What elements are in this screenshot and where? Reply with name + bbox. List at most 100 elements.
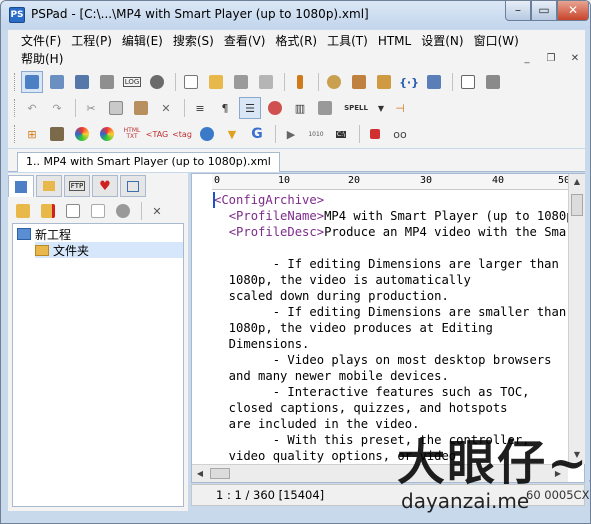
menu-format[interactable]: 格式(R) (270, 32, 322, 50)
pspad-icon[interactable]: PS (9, 7, 25, 23)
replace-icon[interactable] (348, 71, 370, 93)
column-icon[interactable]: ▥ (289, 97, 311, 119)
code-text[interactable]: <ConfigArchive> <ProfileName>MP4 with Sm… (214, 192, 568, 480)
code-line[interactable]: - With this preset, the controller, (214, 432, 568, 448)
open-file-icon[interactable] (205, 71, 227, 93)
add-item-icon[interactable] (62, 200, 84, 222)
code-line[interactable]: <ProfileDesc>Produce an MP4 video with t… (214, 224, 568, 240)
print-icon[interactable] (482, 71, 504, 93)
toolbar-grip[interactable] (14, 73, 17, 91)
code-line[interactable]: scaled down during production. (214, 288, 568, 304)
folder-tab-icon[interactable] (36, 175, 62, 197)
console-icon[interactable]: C:\ (330, 123, 352, 145)
cut-icon[interactable]: ✂ (80, 97, 102, 119)
tree-item-folder[interactable]: 文件夹 (35, 242, 183, 258)
log-icon[interactable]: LOG (121, 71, 143, 93)
compare-icon[interactable] (264, 97, 286, 119)
g-icon[interactable]: G (246, 123, 268, 145)
menu-window[interactable]: 窗口(W) (469, 32, 524, 50)
scroll-down-icon[interactable]: ▼ (569, 447, 585, 463)
undo-icon[interactable]: ↶ (21, 97, 43, 119)
info-icon[interactable] (112, 200, 134, 222)
horizontal-scrollbar[interactable]: ◀ ▶ (192, 464, 568, 482)
glasses-icon[interactable]: oo (389, 123, 411, 145)
code-line[interactable]: 1080p, the video produces at Editing (214, 320, 568, 336)
wrap-icon[interactable]: ☰ (239, 97, 261, 119)
code-line[interactable]: are included in the video. (214, 416, 568, 432)
code-line[interactable]: video quality options, or video (214, 448, 568, 464)
mdi-minimize-icon[interactable]: _ (520, 52, 534, 66)
preview-icon[interactable] (457, 71, 479, 93)
code-line[interactable]: - If editing Dimensions are larger than (214, 256, 568, 272)
mdi-restore-icon[interactable]: ❐ (544, 52, 558, 66)
menu-file[interactable]: 文件(F) (16, 32, 66, 50)
save-all-icon[interactable] (255, 71, 277, 93)
tools-icon[interactable]: ✕ (146, 200, 168, 222)
code-line[interactable]: <ProfileName>MP4 with Smart Player (up t… (214, 208, 568, 224)
scroll-left-icon[interactable]: ◀ (192, 465, 208, 482)
menu-view[interactable]: 查看(V) (219, 32, 271, 50)
menu-search[interactable]: 搜索(S) (168, 32, 219, 50)
code-editor[interactable]: 0 10 20 30 40 50 <ConfigArchive> <Profil… (191, 173, 585, 483)
spell-icon[interactable]: SPELL (339, 97, 373, 119)
code-line[interactable]: 1080p, the video is automatically (214, 272, 568, 288)
tree-view-icon[interactable]: ⊞ (21, 123, 43, 145)
scroll-thumb[interactable] (571, 194, 583, 216)
color-icon[interactable] (71, 123, 93, 145)
chevron-down-icon[interactable]: ▼ (376, 97, 386, 119)
redo-icon[interactable]: ↷ (46, 97, 68, 119)
remove-folder-icon[interactable] (37, 200, 59, 222)
menu-html[interactable]: HTML (373, 32, 416, 50)
braces-icon[interactable]: {·} (398, 71, 420, 93)
mdi-close-icon[interactable]: ✕ (568, 52, 582, 66)
menu-settings[interactable]: 设置(N) (416, 32, 468, 50)
new-file-icon[interactable] (180, 71, 202, 93)
code-line[interactable] (214, 240, 568, 256)
pilcrow-icon[interactable]: ¶ (214, 97, 236, 119)
code-line[interactable]: and many newer mobile devices. (214, 368, 568, 384)
scroll-thumb[interactable] (210, 468, 230, 479)
close-button[interactable]: ✕ (557, 1, 589, 21)
html-txt-icon[interactable]: HTML TXT (121, 123, 143, 145)
code-line[interactable]: Dimensions. (214, 336, 568, 352)
ftp-tab-icon[interactable]: FTP (64, 175, 90, 197)
tree-item-project[interactable]: 新工程 (17, 226, 71, 242)
close-project-icon[interactable] (96, 71, 118, 93)
find-files-icon[interactable] (373, 71, 395, 93)
filter-icon[interactable]: ▼ (221, 123, 243, 145)
binary-icon[interactable]: 1010 (305, 123, 327, 145)
save-icon[interactable] (230, 71, 252, 93)
code-line[interactable]: - If editing Dimensions are smaller than (214, 304, 568, 320)
lock-icon[interactable] (314, 97, 336, 119)
paste-icon[interactable] (130, 97, 152, 119)
tag-icon[interactable]: <TAG (146, 123, 169, 145)
menu-project[interactable]: 工程(P) (66, 32, 117, 50)
tag2-icon[interactable]: <tag (171, 123, 193, 145)
tree-icon[interactable] (289, 71, 311, 93)
code-line[interactable]: closed captions, quizzes, and hotspots (214, 400, 568, 416)
menu-help[interactable]: 帮助(H) (16, 50, 68, 68)
minimize-button[interactable]: – (505, 1, 531, 21)
delete-icon[interactable]: ✕ (155, 97, 177, 119)
menu-edit[interactable]: 编辑(E) (117, 32, 168, 50)
code-line[interactable]: <ConfigArchive> (214, 192, 568, 208)
settings-icon[interactable] (146, 71, 168, 93)
code-line[interactable]: - Interactive features such as TOC, (214, 384, 568, 400)
copy-icon[interactable] (105, 97, 127, 119)
find-icon[interactable] (323, 71, 345, 93)
color2-icon[interactable] (96, 123, 118, 145)
remove-item-icon[interactable] (87, 200, 109, 222)
goto-icon[interactable] (423, 71, 445, 93)
save-project-icon[interactable] (71, 71, 93, 93)
scroll-up-icon[interactable]: ▲ (569, 174, 585, 190)
add-folder-icon[interactable] (12, 200, 34, 222)
favorites-tab-icon[interactable]: ♥ (92, 175, 118, 197)
windows-tab-icon[interactable] (120, 175, 146, 197)
pin-icon[interactable]: ⊣ (389, 97, 411, 119)
toolbar-grip[interactable] (14, 99, 17, 117)
menu-tools[interactable]: 工具(T) (322, 32, 373, 50)
project-tab-icon[interactable] (8, 175, 34, 197)
stop-icon[interactable] (364, 123, 386, 145)
project-icon[interactable] (21, 71, 43, 93)
scroll-right-icon[interactable]: ▶ (550, 465, 566, 482)
